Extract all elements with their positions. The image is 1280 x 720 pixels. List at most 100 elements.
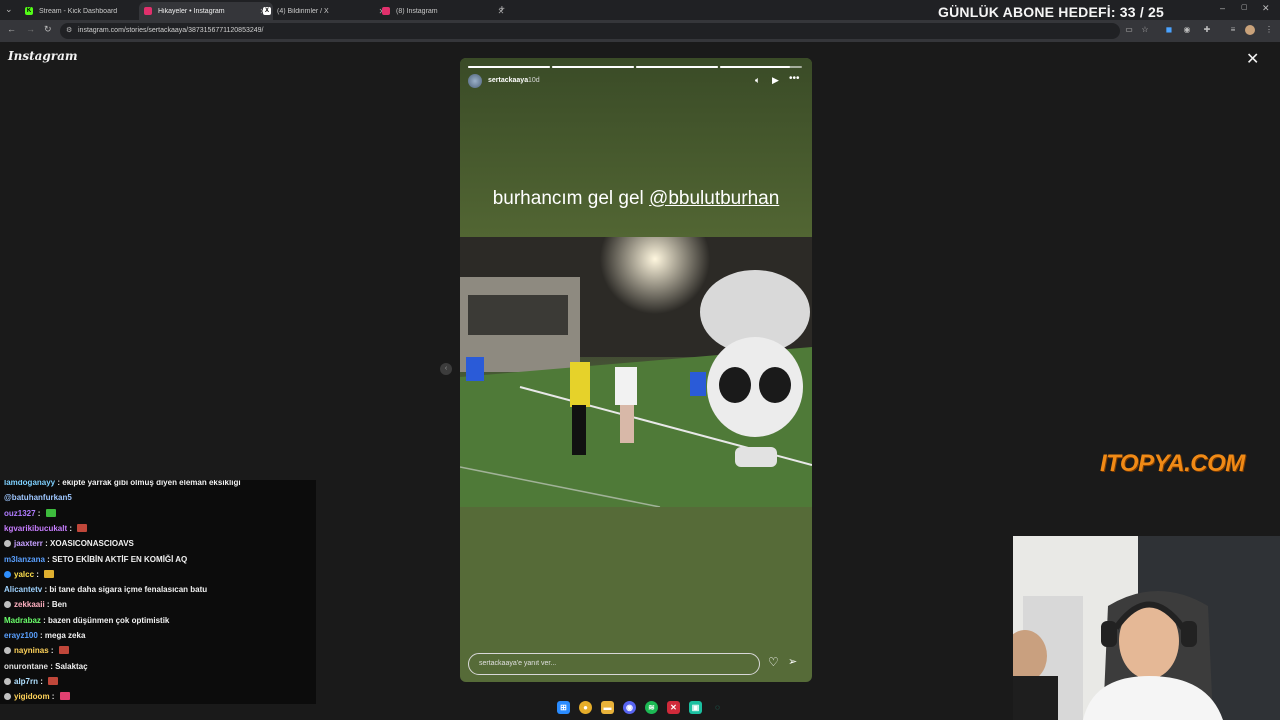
chat-emote-icon xyxy=(59,692,70,701)
chat-username[interactable]: yalcc xyxy=(14,570,34,579)
minimize-icon[interactable]: – xyxy=(1220,3,1225,13)
chat-emote-icon xyxy=(44,569,55,578)
chat-separator: : xyxy=(37,631,45,640)
reload-icon[interactable]: ↻ xyxy=(44,24,52,35)
chat-username[interactable]: Alicantetv xyxy=(4,585,42,594)
app-green-icon[interactable]: ▣ xyxy=(689,701,702,714)
tab-search-icon[interactable]: ⌄ xyxy=(5,4,13,15)
more-icon[interactable]: ••• xyxy=(789,73,800,84)
chat-text: SETO EKİBİN AKTİF EN KOMİĞİ AQ xyxy=(52,554,188,564)
heart-icon[interactable]: ♡ xyxy=(768,655,779,669)
spotify-icon[interactable]: ≋ xyxy=(645,701,658,714)
chat-badge-icon xyxy=(4,540,11,548)
play-icon[interactable]: ▶ xyxy=(772,75,779,86)
forward-icon[interactable]: → xyxy=(26,24,35,34)
extensions-puzzle-icon[interactable]: ✚ xyxy=(1202,25,1212,35)
chat-emote-icon xyxy=(58,646,69,655)
chrome-icon[interactable]: ● xyxy=(579,701,592,714)
chat-message: yalcc : xyxy=(4,569,55,579)
browser-tab-1[interactable]: KStream - Kick Dashboard✕ xyxy=(20,2,154,20)
chat-text: bi tane daha sigara içme fenalasıcan bat… xyxy=(49,585,208,595)
chat-separator: : xyxy=(67,523,75,533)
browser-tab-2[interactable]: Hikayeler • Instagram✕ xyxy=(139,2,273,20)
window-close-icon[interactable]: ✕ xyxy=(1262,3,1270,14)
chat-username[interactable]: m3lanzana xyxy=(4,555,45,564)
browser-menu-icon[interactable]: ⋮ xyxy=(1264,25,1274,35)
story-progress-segment xyxy=(720,66,802,68)
discord-icon[interactable]: ◉ xyxy=(623,701,636,714)
send-icon[interactable]: ➢ xyxy=(788,655,797,668)
story-avatar[interactable] xyxy=(468,74,482,88)
extension-icon-2[interactable]: ◉ xyxy=(1182,25,1192,35)
player-striped xyxy=(615,367,637,405)
previous-story-icon[interactable]: ‹ xyxy=(440,363,452,375)
address-bar[interactable]: ⚙ instagram.com/stories/sertackaaya/3873… xyxy=(60,23,1120,39)
chat-username[interactable]: nayninas xyxy=(14,646,49,655)
new-tab-icon[interactable]: + xyxy=(499,4,505,15)
story-card[interactable]: sertackaaya 10d 🔈︎ ▶ ••• burhancım gel g… xyxy=(460,58,812,682)
app-x-icon[interactable]: ✕ xyxy=(667,701,680,714)
story-progress-fill xyxy=(552,66,634,68)
tab-title: (4) Bildirimler / X xyxy=(277,7,329,15)
browser-tab-3[interactable]: X(4) Bildirimler / X✕ xyxy=(258,2,392,20)
webcam-scene xyxy=(1013,536,1280,720)
windows-start-icon[interactable]: ⊞ xyxy=(557,701,570,714)
chat-username[interactable]: ouz1327 xyxy=(4,509,36,518)
story-progress-segment xyxy=(636,66,718,68)
volume-icon[interactable]: 🔈︎ xyxy=(755,75,760,86)
chat-message: onurontane : Salaktaç xyxy=(4,662,88,671)
file-explorer-icon[interactable]: ▬ xyxy=(601,701,614,714)
profile-avatar-icon[interactable] xyxy=(1245,25,1255,35)
extension-icon[interactable]: ◼ xyxy=(1164,25,1174,35)
sidebar-icon[interactable]: ≡ xyxy=(1228,25,1238,35)
story-reply-input[interactable]: sertackaaya'e yanıt ver... xyxy=(468,653,760,675)
stream-chat-overlay: lamdoganayy : ekipte yarrak gibi olmuş d… xyxy=(0,480,316,704)
site-info-icon[interactable]: ⚙ xyxy=(66,23,72,39)
chat-badge-icon xyxy=(4,693,11,701)
instagram-icon xyxy=(144,7,152,15)
chat-separator: : xyxy=(44,554,53,564)
cast-icon[interactable]: ▭ xyxy=(1124,25,1134,35)
chat-separator: : xyxy=(48,646,56,656)
chat-username[interactable]: lamdoganayy xyxy=(4,480,55,487)
tab-title: (8) Instagram xyxy=(396,7,438,15)
chat-username[interactable]: kgvarikibucukalt xyxy=(4,524,67,533)
chat-separator: : xyxy=(42,539,51,549)
chat-text: Ben xyxy=(51,600,67,610)
chat-username[interactable]: alp7rn xyxy=(14,677,38,686)
instagram-logo[interactable]: Instagram xyxy=(8,49,78,63)
chat-username[interactable]: Madrabaz xyxy=(4,616,41,625)
maximize-icon[interactable]: ▢ xyxy=(1241,3,1248,11)
chat-message: zekkaaii : Ben xyxy=(4,600,67,609)
player-yellow xyxy=(570,362,590,407)
app-circle-icon[interactable]: ◌ xyxy=(711,701,724,714)
caption-text: burhancım gel gel xyxy=(492,188,650,209)
chat-username[interactable]: jaaxterr xyxy=(14,539,43,548)
chat-username[interactable]: erayz100 xyxy=(4,631,38,640)
chat-username[interactable]: yigidoom xyxy=(14,692,50,701)
bookmark-star-icon[interactable]: ☆ xyxy=(1140,25,1150,35)
itopya-logo: ITOPYA.COM xyxy=(1100,450,1245,477)
story-progress-fill xyxy=(468,66,550,68)
caption-mention-link[interactable]: @bbulutburhan xyxy=(649,188,779,209)
chat-text: Salaktaç xyxy=(55,661,88,671)
instagram-icon xyxy=(382,7,390,15)
browser-tab-4[interactable]: (8) Instagram ✕ xyxy=(377,2,511,20)
chat-username[interactable]: onurontane xyxy=(4,662,48,671)
chat-emote-icon xyxy=(48,676,59,685)
chat-text: ekipte yarrak gibi olmuş diyen eleman ek… xyxy=(62,480,241,487)
close-icon[interactable]: ✕ xyxy=(1246,52,1259,68)
chat-emote-icon xyxy=(45,508,56,517)
chat-username[interactable]: zekkaaii xyxy=(14,600,45,609)
chat-message: ouz1327 : xyxy=(4,508,56,518)
chat-text: mega zeka xyxy=(44,631,86,640)
back-icon[interactable]: ← xyxy=(7,24,16,34)
story-progress-fill xyxy=(720,66,790,68)
chat-message: jaaxterr : XOASICONASCIOAVS xyxy=(4,539,134,548)
chat-text: XOASICONASCIOAVS xyxy=(50,539,134,549)
tab-title: Hikayeler • Instagram xyxy=(158,7,225,15)
subscriber-goal-overlay: GÜNLÜK ABONE HEDEFİ: 33 / 25 xyxy=(938,4,1165,20)
story-video[interactable] xyxy=(460,237,812,507)
chat-emote-icon xyxy=(77,523,88,532)
story-username[interactable]: sertackaaya xyxy=(488,77,528,84)
